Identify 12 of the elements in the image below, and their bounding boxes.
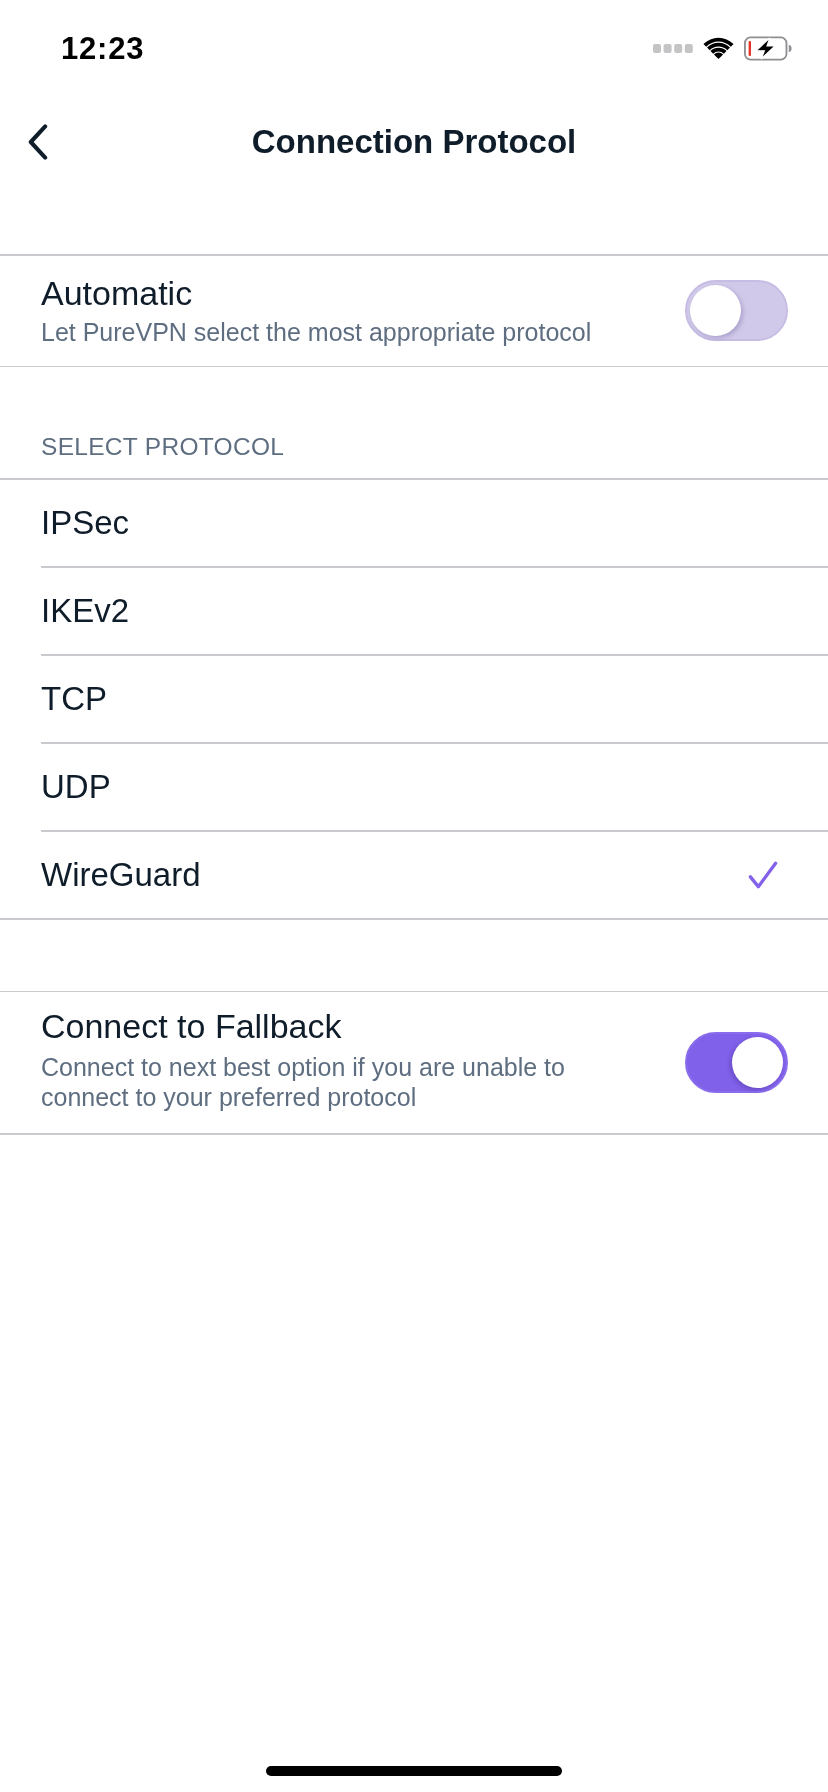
signal-icon <box>653 43 693 53</box>
setting-title: Automatic <box>41 273 194 314</box>
toggle-switch[interactable] <box>685 1032 788 1093</box>
setting-description: Connect to next best option if you are unable to connect to your preferred protocol <box>41 1052 566 1113</box>
chevron-left-icon <box>28 124 48 160</box>
battery-charging-icon <box>744 35 792 61</box>
status-time: 12:23 <box>61 31 145 67</box>
setting-description: Let PureVPN select the most appropriate protocol <box>41 317 592 348</box>
setting-title: Connect to Fallback <box>41 1006 343 1047</box>
wifi-icon <box>703 37 734 59</box>
section-header: SELECT PROTOCOL <box>41 433 285 461</box>
screen-title: Connection Protocol <box>251 123 577 161</box>
